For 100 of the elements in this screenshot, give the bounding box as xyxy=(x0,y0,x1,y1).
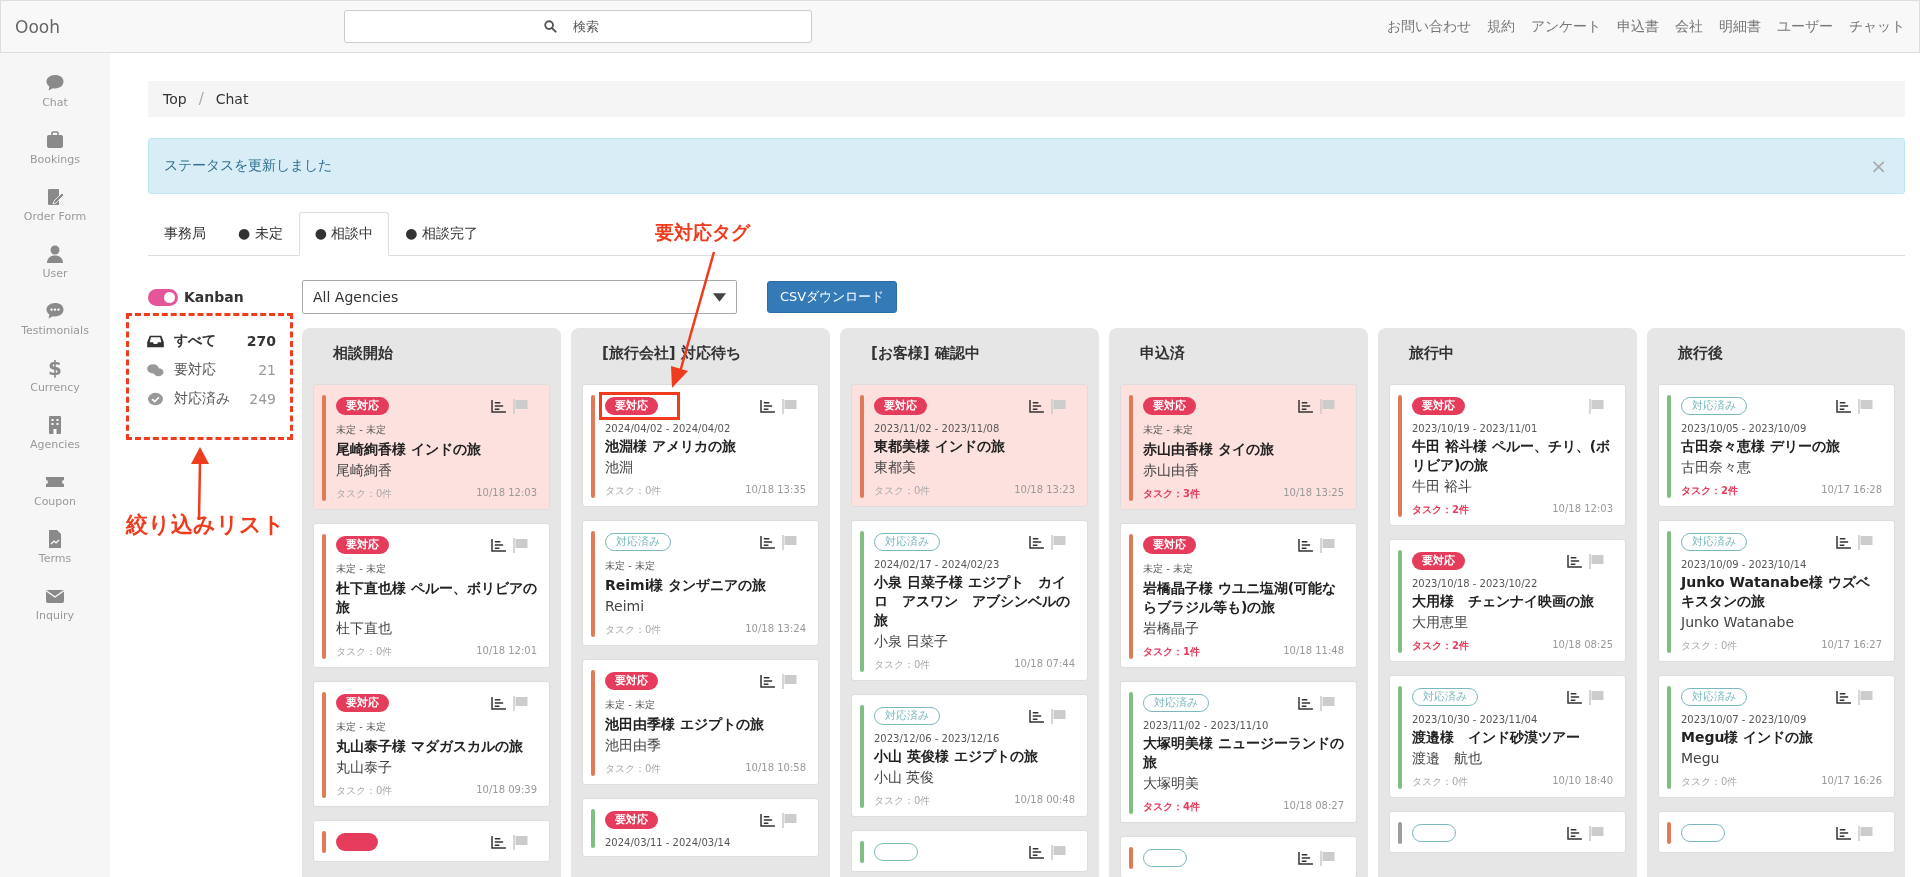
bar-chart-icon[interactable] xyxy=(1298,851,1313,865)
flag-icon[interactable] xyxy=(1320,695,1336,711)
csv-download-button[interactable]: CSVダウンロード xyxy=(767,281,898,313)
booking-card[interactable]: 対応済み 未定 - 未定 Reimi様 タンザニアの旅 Reimi タスク：0件 10/18 13:24 xyxy=(582,520,819,646)
flag-icon[interactable] xyxy=(513,398,529,414)
bar-chart-icon[interactable] xyxy=(1836,826,1851,840)
flag-icon[interactable] xyxy=(513,695,529,711)
booking-card[interactable]: 対応済み 2023/12/06 - 2023/12/16 小山 英俊様 エジプトの旅 小山 英俊 タスク：0件 10/18 00:48 xyxy=(851,694,1088,817)
breadcrumb-separator: / xyxy=(198,90,204,108)
bar-chart-icon[interactable] xyxy=(760,399,775,413)
bar-chart-icon[interactable] xyxy=(1298,696,1313,710)
flag-icon[interactable] xyxy=(1589,825,1605,841)
nav-link[interactable]: チャット xyxy=(1849,17,1905,36)
nav-link[interactable]: お問い合わせ xyxy=(1387,17,1471,36)
flag-icon[interactable] xyxy=(782,812,798,828)
tab[interactable]: ● 相談中 xyxy=(298,212,390,256)
flag-icon[interactable] xyxy=(1589,689,1605,705)
flag-icon[interactable] xyxy=(1320,398,1336,414)
filter-item[interactable]: 対応済み 249 xyxy=(147,390,276,408)
brand-logo[interactable]: Oooh xyxy=(15,16,344,37)
bar-chart-icon[interactable] xyxy=(1836,535,1851,549)
booking-card[interactable]: 要対応 未定 - 未定 丸山泰子様 マダガスカルの旅 丸山泰子 タスク：0件 10/18 09:39 xyxy=(313,681,550,807)
bar-chart-icon[interactable] xyxy=(1298,399,1313,413)
bar-chart-icon[interactable] xyxy=(760,813,775,827)
flag-icon[interactable] xyxy=(1051,844,1067,860)
bar-chart-icon[interactable] xyxy=(1029,535,1044,549)
filter-item[interactable]: 要対応 21 xyxy=(147,361,276,379)
booking-card[interactable]: 対応済み 2024/02/17 - 2024/02/23 小泉 日菜子様 エジプト カイロ アスワン アブシンベルの旅 小泉 日菜子 タスク：0件 10/18 07:44 xyxy=(851,520,1088,681)
booking-card[interactable]: 要対応 2024/03/11 - 2024/03/14 xyxy=(582,798,819,857)
nav-link[interactable]: アンケート xyxy=(1531,17,1601,36)
bar-chart-icon[interactable] xyxy=(1836,399,1851,413)
bar-chart-icon[interactable] xyxy=(1029,845,1044,859)
flag-icon[interactable] xyxy=(1320,850,1336,866)
nav-link[interactable]: 明細書 xyxy=(1719,17,1761,36)
toggle-switch[interactable] xyxy=(148,288,178,306)
bar-chart-icon[interactable] xyxy=(760,674,775,688)
filter-item[interactable]: すべて 270 xyxy=(147,332,276,350)
status-tag: 要対応 xyxy=(336,694,389,712)
flag-icon[interactable] xyxy=(782,534,798,550)
status-tag: 要対応 xyxy=(874,397,927,415)
tab[interactable]: 事務局 xyxy=(148,212,222,256)
bar-chart-icon[interactable] xyxy=(1567,554,1582,568)
flag-icon[interactable] xyxy=(513,834,529,850)
flag-icon[interactable] xyxy=(1858,825,1874,841)
bar-chart-icon[interactable] xyxy=(491,399,506,413)
flag-icon[interactable] xyxy=(782,398,798,414)
flag-icon[interactable] xyxy=(1051,534,1067,550)
booking-card[interactable]: 要対応 未定 - 未定 赤山由香様 タイの旅 赤山由香 タスク：3件 10/18 13:25 xyxy=(1120,384,1357,510)
booking-card[interactable]: 対応済み 2023/10/09 - 2023/10/14 Junko Watanabe様 ウズベキスタンの旅 Junko Watanabe タスク：0件 10/17 16:27 xyxy=(1658,520,1895,662)
breadcrumb-link[interactable]: Top xyxy=(163,91,187,107)
booking-card[interactable]: 対応済み 2023/11/02 - 2023/11/10 大塚明美様 ニュージーランドの旅 大塚明美 タスク：4件 10/18 08:27 xyxy=(1120,681,1357,823)
flag-icon[interactable] xyxy=(513,537,529,553)
bar-chart-icon[interactable] xyxy=(1567,826,1582,840)
booking-card[interactable]: 要対応 未定 - 未定 岩橋晶子様 ウユニ塩湖(可能ならブラジル等も)の旅 岩橋晶子 タスク：1件 10/18 11:48 xyxy=(1120,523,1357,668)
flag-icon[interactable] xyxy=(1589,398,1605,414)
bar-chart-icon[interactable] xyxy=(1567,690,1582,704)
flag-icon[interactable] xyxy=(1858,689,1874,705)
booking-card[interactable]: 要対応 2023/10/18 - 2023/10/22 大用様 チェンナイ映画の旅 大用恵里 タスク：2件 10/18 08:25 xyxy=(1389,539,1626,662)
booking-card[interactable]: 対応済み 2023/10/05 - 2023/10/09 古田奈々恵様 デリーの旅 古田奈々恵 タスク：2件 10/17 16:28 xyxy=(1658,384,1895,507)
nav-link[interactable]: 規約 xyxy=(1487,17,1515,36)
trip-title: 岩橋晶子様 ウユニ塩湖(可能ならブラジル等も)の旅 xyxy=(1143,579,1338,617)
booking-card[interactable]: 対応済み 2023/10/07 - 2023/10/09 Megu様 インドの旅 Megu タスク：0件 10/17 16:26 xyxy=(1658,675,1895,798)
task-count: タスク：0件 xyxy=(605,762,662,776)
booking-card[interactable]: 対応済み 2023/10/30 - 2023/11/04 渡邉様 インド砂漠ツアー 渡邉 航也 タスク：0件 10/10 18:40 xyxy=(1389,675,1626,798)
search-field[interactable]: 検索 xyxy=(344,10,812,43)
booking-card[interactable]: 要対応 2024/04/02 - 2024/04/02 池淵様 アメリカの旅 池淵 タスク：0件 10/18 13:35 xyxy=(582,384,819,507)
bar-chart-icon[interactable] xyxy=(491,835,506,849)
bar-chart-icon[interactable] xyxy=(1836,690,1851,704)
nav-link[interactable]: 会社 xyxy=(1675,17,1703,36)
flag-icon[interactable] xyxy=(782,673,798,689)
flag-icon[interactable] xyxy=(1051,398,1067,414)
bar-chart-icon[interactable] xyxy=(760,535,775,549)
date-range: 2023/10/18 - 2023/10/22 xyxy=(1412,578,1539,589)
bar-chart-icon[interactable] xyxy=(491,696,506,710)
flag-icon[interactable] xyxy=(1858,534,1874,550)
booking-card[interactable]: 要対応 未定 - 未定 池田由季様 エジプトの旅 池田由季 タスク：0件 10/18 10:58 xyxy=(582,659,819,785)
bar-chart-icon[interactable] xyxy=(1298,538,1313,552)
timestamp: 10/18 12:03 xyxy=(476,487,537,500)
flag-icon[interactable] xyxy=(1589,553,1605,569)
task-count: タスク：2件 xyxy=(1412,503,1469,517)
flag-icon[interactable] xyxy=(1320,537,1336,553)
booking-card[interactable]: 要対応 2023/11/02 - 2023/11/08 東都美様 インドの旅 東都美 タスク：0件 10/18 13:23 xyxy=(851,384,1088,507)
bar-chart-icon[interactable] xyxy=(1029,399,1044,413)
agency-select[interactable]: All Agencies xyxy=(302,280,737,314)
nav-link[interactable]: ユーザー xyxy=(1777,17,1833,36)
booking-card[interactable] xyxy=(313,820,550,862)
trip-title: 尾崎絢香様 インドの旅 xyxy=(336,440,482,459)
tab[interactable]: ● 相談完了 xyxy=(389,212,494,256)
booking-card[interactable]: 要対応 未定 - 未定 尾崎絢香様 インドの旅 尾崎絢香 タスク：0件 10/18 12:03 xyxy=(313,384,550,510)
booking-card[interactable]: 要対応 未定 - 未定 杜下直也様 ペルー、ボリビアの旅 杜下直也 タスク：0件 10/18 12:01 xyxy=(313,523,550,668)
flag-icon[interactable] xyxy=(1858,398,1874,414)
date-range: 未定 - 未定 xyxy=(336,562,387,576)
bar-chart-icon[interactable] xyxy=(1029,709,1044,723)
bar-chart-icon[interactable] xyxy=(491,538,506,552)
flag-icon[interactable] xyxy=(1051,708,1067,724)
timestamp: 10/18 00:48 xyxy=(1014,794,1075,807)
tab[interactable]: ● 未定 xyxy=(222,212,299,256)
nav-link[interactable]: 申込書 xyxy=(1617,17,1659,36)
booking-card[interactable]: 要対応 2023/10/19 - 2023/11/01 牛田 裕斗様 ペルー、チリ、(ボリビア)の旅 牛田 裕斗 タスク：2件 10/18 12:03 xyxy=(1389,384,1626,526)
breadcrumb-link[interactable]: Chat xyxy=(215,91,249,107)
